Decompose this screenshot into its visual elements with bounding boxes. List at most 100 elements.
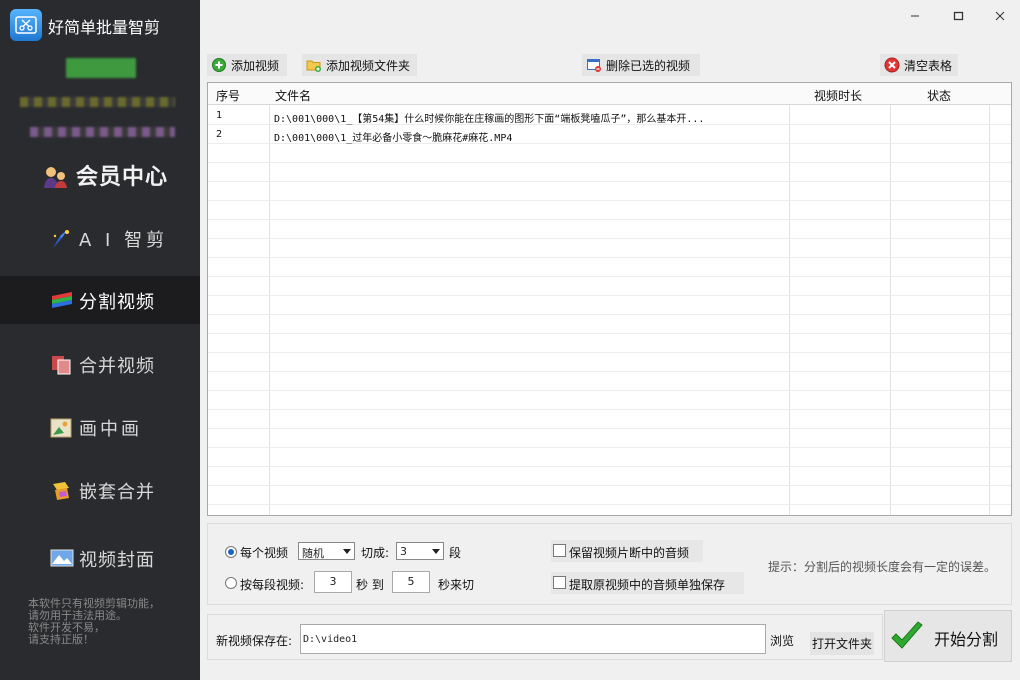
maximize-button[interactable]: [947, 6, 969, 26]
table-row-divider: [208, 238, 1011, 239]
table-column-divider: [989, 83, 990, 515]
split-mode-value: 随机: [302, 547, 324, 560]
app-title: 好简单批量智剪: [48, 18, 161, 37]
file-table[interactable]: 序号 文件名 视频时长 状态 1 D:\001\000\1_【第54集】什么时候…: [207, 82, 1012, 516]
per-segment-radio[interactable]: [225, 577, 237, 589]
account-expiry-blurred: [30, 127, 175, 137]
segment-count-select[interactable]: 3: [396, 542, 444, 560]
to-seconds-input[interactable]: 5: [392, 571, 430, 593]
disclaimer-line: 请支持正版！: [28, 633, 94, 646]
sidebar-item-merge-video[interactable]: 合并视频: [0, 340, 200, 388]
save-path-input[interactable]: D:\video1: [300, 624, 766, 654]
close-icon: [995, 11, 1005, 21]
table-row-divider: [208, 257, 1011, 258]
table-column-divider: [890, 83, 891, 515]
cut-into-label: 切成:: [361, 546, 390, 560]
sidebar-item-member-center[interactable]: 会员中心: [0, 150, 200, 198]
chevron-down-icon: [343, 549, 351, 554]
merge-icon: [50, 354, 72, 375]
disclaimer-text: 本软件只有视频剪辑功能， 请勿用于违法用途。 软件开发不易， 请支持正版！: [28, 598, 178, 646]
folder-add-icon: [306, 57, 322, 73]
row-index: 2: [216, 129, 223, 140]
table-row-divider: [208, 200, 1011, 201]
add-folder-button[interactable]: 添加视频文件夹: [302, 54, 417, 76]
per-video-label: 每个视频: [240, 546, 289, 560]
table-row-divider: [208, 352, 1011, 353]
clear-x-icon: [884, 57, 900, 73]
table-header: 序号 文件名 视频时长 状态: [208, 83, 1011, 105]
cut-label: 秒来切: [438, 578, 475, 592]
from-seconds-input[interactable]: 3: [314, 571, 352, 593]
table-row-divider: [208, 485, 1011, 486]
save-location-label: 新视频保存在:: [216, 634, 293, 648]
seconds-to-label: 秒 到: [356, 578, 384, 592]
table-row-divider: [208, 333, 1011, 334]
keep-audio-label: 保留视频片断中的音频: [569, 546, 690, 560]
clear-table-label: 清空表格: [904, 59, 953, 73]
sidebar-item-label: 会员中心: [76, 164, 169, 190]
ai-icon: [50, 228, 72, 248]
maximize-icon: [953, 11, 964, 21]
sidebar: 好简单批量智剪 会员中心 A I 智剪 分割视频 合并视频 画中画 嵌套合并 视…: [0, 0, 200, 680]
sidebar-item-video-cover[interactable]: 视频封面: [0, 534, 200, 582]
sidebar-item-label: A I 智剪: [79, 230, 169, 251]
keep-audio-checkbox[interactable]: [553, 544, 566, 557]
sidebar-item-label: 嵌套合并: [79, 482, 155, 503]
clear-table-button[interactable]: 清空表格: [880, 54, 958, 76]
delete-selected-label: 删除已选的视频: [606, 59, 691, 73]
chevron-down-icon: [432, 549, 440, 554]
sidebar-item-label: 分割视频: [79, 292, 155, 313]
add-circle-icon: [211, 57, 227, 73]
delete-selected-button[interactable]: 删除已选的视频: [582, 54, 700, 76]
per-segment-label: 按每段视频:: [240, 578, 305, 592]
minimize-icon: [911, 15, 919, 17]
sidebar-item-label: 画中画: [79, 419, 142, 440]
column-header-duration[interactable]: 视频时长: [814, 87, 862, 104]
table-row-divider: [208, 295, 1011, 296]
table-row-divider: [208, 219, 1011, 220]
table-row-divider: [208, 276, 1011, 277]
member-icon: [42, 164, 67, 188]
table-row-divider: [208, 409, 1011, 410]
table-row-divider: [208, 504, 1011, 505]
start-split-button[interactable]: 开始分割: [884, 610, 1012, 662]
column-header-status[interactable]: 状态: [927, 87, 951, 104]
table-column-divider: [789, 83, 790, 515]
sidebar-item-nested-merge[interactable]: 嵌套合并: [0, 466, 200, 514]
add-video-label: 添加视频: [231, 59, 280, 73]
split-mode-select[interactable]: 随机: [298, 542, 355, 560]
add-video-button[interactable]: 添加视频: [207, 54, 287, 76]
minimize-button[interactable]: [904, 6, 926, 26]
extract-audio-label: 提取原视频中的音频单独保存: [569, 578, 726, 592]
table-row-divider: [208, 181, 1011, 182]
table-row-divider: [208, 447, 1011, 448]
sidebar-item-ai-edit[interactable]: A I 智剪: [0, 214, 200, 262]
browse-button[interactable]: 浏览: [770, 632, 794, 649]
table-row-divider: [208, 162, 1011, 163]
split-options-panel: 每个视频 随机 切成: 3 段 按每段视频: 3 秒 到 5 秒来切 保留视频片…: [207, 523, 1012, 605]
sidebar-item-split-video[interactable]: 分割视频: [0, 276, 200, 324]
sidebar-item-picture-in-picture[interactable]: 画中画: [0, 403, 200, 451]
split-icon: [50, 290, 72, 310]
close-button[interactable]: [989, 6, 1011, 26]
table-column-divider: [269, 83, 270, 515]
account-name-blurred: [66, 58, 136, 78]
row-index: 1: [216, 110, 223, 121]
column-header-index[interactable]: 序号: [216, 87, 240, 104]
table-row-divider: [208, 428, 1011, 429]
table-row-divider: [208, 390, 1011, 391]
row-filename: D:\001\000\1_【第54集】什么时候你能在庄稼画的图形下面“端板凳嗑瓜…: [274, 114, 705, 125]
delete-window-icon: [586, 57, 602, 73]
segments-unit: 段: [449, 546, 462, 560]
extract-audio-checkbox[interactable]: [553, 576, 566, 589]
table-row-divider: [208, 371, 1011, 372]
start-split-label: 开始分割: [934, 630, 999, 649]
add-folder-label: 添加视频文件夹: [326, 59, 411, 73]
save-location-bar: 新视频保存在: D:\video1 浏览 打开文件夹: [207, 614, 883, 660]
nested-merge-icon: [50, 480, 72, 500]
row-filename: D:\001\000\1_过年必备小零食～脆麻花#麻花.MP4: [274, 133, 513, 144]
pip-icon: [50, 417, 72, 438]
open-folder-button[interactable]: 打开文件夹: [810, 632, 875, 655]
column-header-filename[interactable]: 文件名: [275, 87, 311, 104]
per-video-radio[interactable]: [225, 546, 237, 558]
